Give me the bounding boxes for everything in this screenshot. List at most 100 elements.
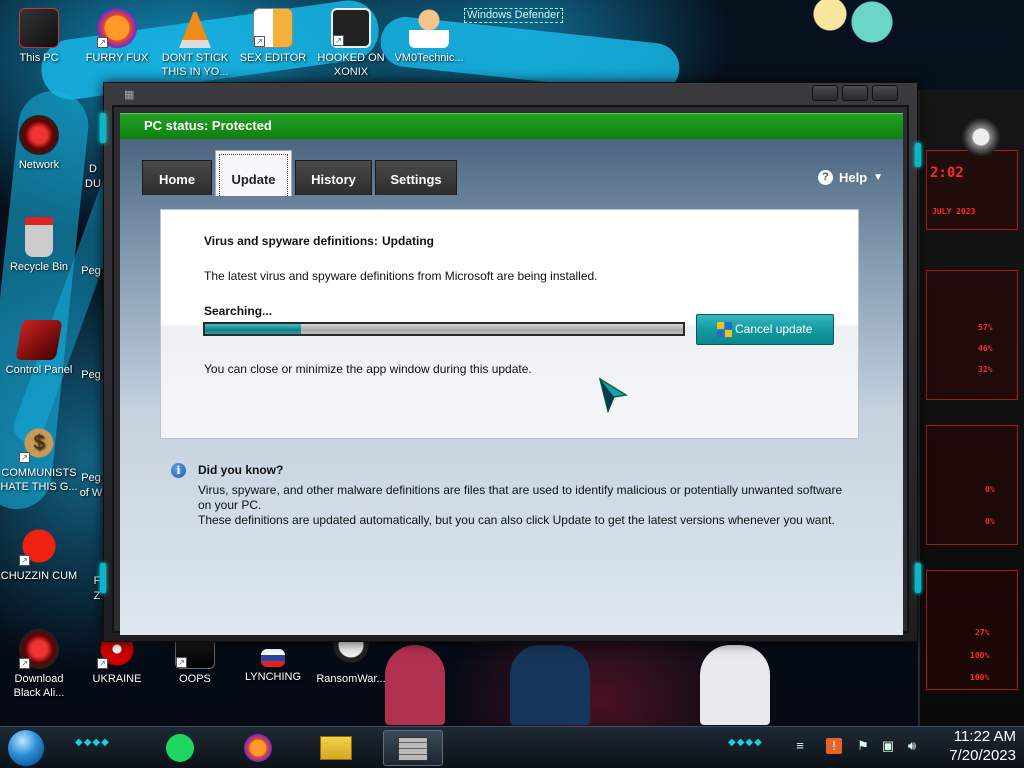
- clock-date: 7/20/2023: [949, 747, 1016, 764]
- flag-icon[interactable]: ⚑: [855, 738, 871, 754]
- frame-accent: [915, 563, 921, 593]
- hud-readout: 57%: [978, 323, 993, 332]
- desktop-icon-chuzzin-cum[interactable]: ↗ CHUZZIN CUM: [0, 526, 78, 583]
- frame-accent: [100, 113, 106, 143]
- volume-icon[interactable]: 🔊︎: [904, 738, 920, 754]
- money-bag-icon: $ ↗: [19, 423, 59, 463]
- desktop-icon-vm0technic[interactable]: VM0Technic...: [390, 8, 468, 65]
- tab-label: Home: [158, 172, 196, 187]
- hud-date: JULY 2023: [932, 207, 976, 216]
- flag-icon: [261, 649, 285, 667]
- desktop-icon-this-pc[interactable]: This PC: [0, 8, 78, 65]
- desktop-icon-label: CHUZZIN CUM: [0, 570, 78, 582]
- taskbar-decoration: ◆◆◆◆: [728, 737, 763, 748]
- desktop-icon-label: SEX EDITOR: [239, 52, 307, 64]
- desktop-icon-communists[interactable]: $ ↗ COMMUNISTS HATE THIS G...: [0, 423, 78, 494]
- desktop-icon-label: This PC: [19, 52, 59, 64]
- file-explorer-icon: [320, 736, 352, 760]
- tab-label: History: [311, 172, 356, 187]
- windows-defender-icon: [398, 737, 428, 761]
- recycle-bin-icon: [25, 217, 53, 257]
- desktop-icon-recycle-bin[interactable]: Recycle Bin: [0, 217, 78, 274]
- desktop-icon-sex-editor[interactable]: ↗ SEX EDITOR: [234, 8, 312, 65]
- pc-status-text: PC status: Protected: [144, 118, 272, 133]
- uac-shield-icon: [717, 322, 733, 338]
- wallpaper-figure: [385, 645, 445, 725]
- desktop-icon-label: DONT STICK THIS IN YO...: [161, 52, 229, 78]
- desktop-icon-label: RansomWar...: [316, 673, 386, 685]
- did-you-know-title: Did you know?: [198, 463, 284, 477]
- cancel-update-label: Cancel update: [735, 322, 813, 336]
- hud-readout: 0%: [985, 517, 995, 526]
- frame-accent: [915, 143, 921, 167]
- close-button[interactable]: [872, 85, 898, 101]
- desktop-icon-label: Control Panel: [5, 364, 73, 376]
- hud-readout: 27%: [975, 628, 990, 637]
- tab-history[interactable]: History: [295, 160, 372, 195]
- help-menu[interactable]: ? Help ▼: [818, 170, 883, 185]
- help-icon: ?: [818, 170, 833, 185]
- hud-network-box: [926, 425, 1018, 545]
- alienware-icon: ↗: [19, 629, 59, 669]
- wallpaper-figure: [510, 645, 590, 725]
- wallpaper-anime-character: [790, 0, 900, 50]
- desktop-icon-label: FURRY FUX: [85, 52, 149, 64]
- window-title: Windows Defender: [464, 8, 563, 23]
- hud-time: 2:02: [930, 165, 964, 181]
- progress-label: Searching...: [204, 304, 273, 318]
- hud-readout: 46%: [978, 344, 993, 353]
- notification-icon[interactable]: !: [826, 738, 842, 754]
- maximize-button[interactable]: [842, 85, 868, 101]
- tab-label: Settings: [390, 172, 442, 187]
- taskbar-app-file-explorer[interactable]: [314, 730, 358, 766]
- desktop-icon-control-panel[interactable]: Control Panel: [0, 320, 78, 377]
- firefox-icon: ↗: [97, 8, 137, 48]
- desktop-icon-label: Download Black Ali...: [13, 673, 65, 699]
- minimize-button[interactable]: [812, 85, 838, 101]
- desktop-icon-download-black-ali[interactable]: ↗ Download Black Ali...: [0, 629, 78, 700]
- hud-clock-box: [926, 150, 1018, 230]
- network-icon[interactable]: ▣: [880, 738, 896, 754]
- network-icon: [19, 115, 59, 155]
- taskbar-app-windows-defender[interactable]: [383, 730, 443, 766]
- tab-label: Update: [231, 172, 276, 187]
- cancel-update-button[interactable]: Cancel update: [696, 314, 834, 345]
- taskbar-decoration: ◆◆◆◆: [75, 737, 110, 748]
- hud-readout: 100%: [970, 673, 990, 682]
- vlc-icon: [179, 8, 211, 48]
- desktop-icon-label: OOPS: [179, 673, 211, 685]
- desktop-icon-label: Recycle Bin: [9, 261, 69, 273]
- action-center-icon[interactable]: ≡: [792, 738, 808, 754]
- taskbar-app-firefox[interactable]: [236, 730, 280, 766]
- mouse-cursor-icon: [598, 377, 628, 413]
- taskbar-app-spotify[interactable]: [158, 730, 202, 766]
- hud-readout: 0%: [985, 485, 995, 494]
- tab-settings[interactable]: Settings: [375, 160, 457, 195]
- hud-stats-box: [926, 270, 1018, 400]
- tab-update[interactable]: Update: [215, 150, 292, 196]
- definitions-label: Virus and spyware definitions:: [204, 234, 378, 248]
- clock-time: 11:22 AM: [953, 728, 1016, 745]
- desktop-icon-network[interactable]: Network: [0, 115, 78, 172]
- start-button[interactable]: [7, 729, 45, 767]
- desktop-icon-label-partial: Peg: [81, 369, 101, 381]
- window-menu-icon[interactable]: ▦: [124, 89, 140, 101]
- spotify-icon: [166, 734, 194, 762]
- info-icon: i: [171, 463, 186, 478]
- desktop-icon-label-partial: Peg: [81, 472, 101, 484]
- desktop-icon-label-partial: of W: [79, 487, 103, 499]
- chuzzle-icon: ↗: [19, 526, 59, 566]
- desktop-icon-label: Network: [18, 159, 60, 171]
- wallpaper-sneaker: [700, 645, 770, 725]
- taskbar-clock[interactable]: 11:22 AM 7/20/2023: [930, 727, 1016, 765]
- desktop-icon-furry-fux[interactable]: ↗ FURRY FUX: [78, 8, 156, 65]
- update-description: The latest virus and spyware definitions…: [204, 269, 598, 283]
- desktop-icon-dont-stick[interactable]: DONT STICK THIS IN YO...: [156, 8, 234, 79]
- desktop-icon-label: COMMUNISTS HATE THIS G...: [0, 467, 78, 493]
- hud-drive-box: [926, 570, 1018, 690]
- definitions-status: Updating: [382, 234, 434, 248]
- hxd-icon: ↗: [253, 8, 293, 48]
- tab-home[interactable]: Home: [142, 160, 212, 195]
- did-you-know-line: Virus, spyware, and other malware defini…: [198, 483, 843, 497]
- desktop-icon-hooked-on-xonix[interactable]: ↗ HOOKED ON XONIX: [312, 8, 390, 79]
